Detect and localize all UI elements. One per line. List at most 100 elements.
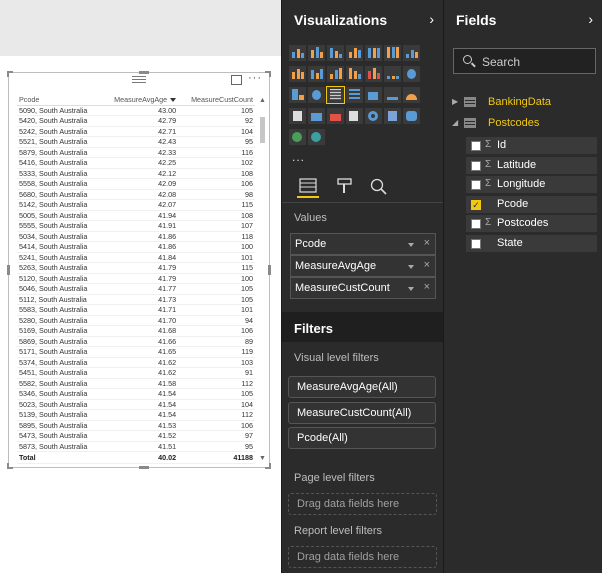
globe-icon[interactable] (289, 129, 306, 145)
filter-pcode[interactable]: Pcode(All) (288, 427, 436, 449)
page-filter-drop-zone[interactable]: Drag data fields here (288, 493, 437, 515)
checkbox-checked-icon[interactable]: ✓ (471, 199, 481, 210)
clustered-column-icon[interactable] (346, 45, 363, 61)
table-row[interactable]: 5005, South Australia 41.94 108 (17, 210, 255, 221)
chevron-down-icon[interactable] (408, 265, 414, 269)
table-row[interactable]: 5346, South Australia 41.54 105 (17, 388, 255, 400)
expand-arrow-icon[interactable]: ▶ (452, 97, 458, 106)
field-state[interactable]: State (466, 234, 597, 252)
table-row[interactable]: 5169, South Australia 41.68 106 (17, 325, 255, 337)
checkbox-icon[interactable] (471, 141, 481, 151)
field-id[interactable]: Σ Id (466, 137, 597, 154)
100-stacked-column-icon[interactable] (384, 45, 401, 61)
table-row[interactable]: 5583, South Australia 41.71 101 (17, 304, 255, 316)
table-row[interactable]: 5895, South Australia 41.53 106 (17, 420, 255, 431)
field-postcodes[interactable]: Σ Postcodes (466, 215, 597, 232)
table-row[interactable]: 5420, South Australia 42.79 92 (17, 115, 255, 127)
column-header-cust-count[interactable]: MeasureCustCount (178, 95, 255, 106)
scatter-chart-icon[interactable] (384, 66, 401, 82)
field-pcode[interactable]: ✓ Pcode (466, 195, 597, 213)
clustered-bar-icon[interactable] (327, 45, 344, 61)
table-row[interactable]: 5414, South Australia 41.86 100 (17, 241, 255, 253)
table-row[interactable]: 5873, South Australia 41.51 95 (17, 441, 255, 452)
table-row[interactable]: 5090, South Australia 43.00 105 (17, 105, 255, 116)
area-chart-icon[interactable] (289, 66, 306, 82)
remove-field-icon[interactable]: × (424, 259, 430, 271)
donut-chart-icon[interactable] (365, 108, 382, 124)
table-row[interactable]: 5416, South Australia 42.25 102 (17, 157, 255, 169)
table-row[interactable]: 5473, South Australia 41.52 97 (17, 430, 255, 442)
resize-handle-left[interactable] (7, 265, 10, 275)
table-row[interactable]: 5120, South Australia 41.79 100 (17, 273, 255, 284)
field-latitude[interactable]: Σ Latitude (466, 156, 597, 174)
filled-map-icon[interactable] (365, 87, 382, 103)
line-clustered-column-icon[interactable] (327, 66, 344, 82)
value-well-pcode[interactable]: Pcode × (290, 233, 436, 255)
table-row[interactable]: 5139, South Australia 41.54 112 (17, 409, 255, 421)
checkbox-icon[interactable] (471, 238, 481, 249)
field-longitude[interactable]: Σ Longitude (466, 176, 597, 193)
table-row[interactable]: 5869, South Australia 41.66 89 (17, 336, 255, 347)
filter-cust-count[interactable]: MeasureCustCount(All) (288, 402, 436, 424)
pie-chart-icon[interactable] (403, 66, 420, 82)
table-row[interactable]: 5112, South Australia 41.73 105 (17, 294, 255, 305)
resize-handle-top-left[interactable] (7, 71, 13, 77)
table-row[interactable]: 5142, South Australia 42.07 115 (17, 199, 255, 211)
analytics-magnifier-icon[interactable] (368, 176, 390, 198)
checkbox-icon[interactable] (471, 160, 481, 171)
field-search-input[interactable]: Search (453, 48, 596, 74)
line-stacked-column-icon[interactable] (346, 66, 363, 82)
more-options-icon[interactable]: ··· (248, 72, 262, 84)
table-row[interactable]: 5558, South Australia 42.09 106 (17, 178, 255, 190)
report-filter-drop-zone[interactable]: Drag data fields here (288, 546, 437, 568)
kpi-icon[interactable] (327, 108, 344, 124)
table-row[interactable]: 5171, South Australia 41.65 119 (17, 346, 255, 358)
format-paint-roller-icon[interactable] (334, 176, 356, 198)
slicer-icon[interactable] (346, 108, 363, 124)
stacked-area-icon[interactable] (308, 66, 325, 82)
resize-handle-bottom-right[interactable] (265, 463, 271, 469)
value-well-avg-age[interactable]: MeasureAvgAge × (290, 255, 436, 277)
table-row[interactable]: 5879, South Australia 42.33 116 (17, 147, 255, 158)
chevron-down-icon[interactable] (408, 243, 414, 247)
table-visual[interactable]: ··· Pcode MeasureAvgAge MeasureCustCount… (7, 71, 271, 469)
checkbox-icon[interactable] (471, 180, 481, 190)
collapse-visualizations-icon[interactable]: › (429, 11, 434, 27)
resize-handle-top-right[interactable] (265, 71, 271, 77)
collapse-fields-icon[interactable]: › (588, 11, 593, 27)
chevron-down-icon[interactable] (408, 287, 414, 291)
more-visuals-icon[interactable]: ... (292, 150, 305, 164)
table-scrollbar[interactable]: ▲ ▼ (258, 97, 267, 462)
remove-field-icon[interactable]: × (424, 281, 430, 293)
scrollbar-thumb[interactable] (260, 117, 265, 143)
table-row[interactable]: 5333, South Australia 42.12 108 (17, 168, 255, 179)
table-row[interactable]: 5263, South Australia 41.79 115 (17, 262, 255, 274)
ribbon-chart-icon[interactable] (365, 66, 382, 82)
table-row[interactable]: 5046, South Australia 41.77 105 (17, 283, 255, 295)
funnel-icon[interactable] (384, 87, 401, 103)
map-icon[interactable] (308, 87, 325, 103)
resize-handle-bottom-left[interactable] (7, 463, 13, 469)
column-header-pcode[interactable]: Pcode (17, 95, 102, 106)
line-chart-icon[interactable] (403, 45, 420, 61)
treemap-icon[interactable] (289, 87, 306, 103)
table-row[interactable]: 5451, South Australia 41.62 91 (17, 367, 255, 379)
resize-handle-top[interactable] (139, 71, 149, 74)
matrix-icon[interactable] (346, 87, 363, 103)
r-visual-icon[interactable] (384, 108, 401, 124)
shape-map-icon[interactable] (403, 108, 420, 124)
focus-mode-icon[interactable] (231, 75, 242, 85)
resize-handle-bottom[interactable] (139, 466, 149, 469)
stacked-bar-icon[interactable] (289, 45, 306, 61)
stacked-column-icon[interactable] (308, 45, 325, 61)
column-header-avg-age[interactable]: MeasureAvgAge (101, 95, 179, 106)
remove-field-icon[interactable]: × (424, 237, 430, 249)
gauge-icon[interactable] (403, 87, 420, 103)
fields-tab-icon[interactable] (297, 176, 319, 198)
table-row[interactable]: 5582, South Australia 41.58 112 (17, 378, 255, 389)
scroll-down-icon[interactable]: ▼ (259, 455, 266, 462)
resize-handle-right[interactable] (268, 265, 271, 275)
custom-visual-icon[interactable] (308, 129, 325, 145)
filter-avg-age[interactable]: MeasureAvgAge(All) (288, 376, 436, 398)
scroll-up-icon[interactable]: ▲ (259, 97, 266, 104)
